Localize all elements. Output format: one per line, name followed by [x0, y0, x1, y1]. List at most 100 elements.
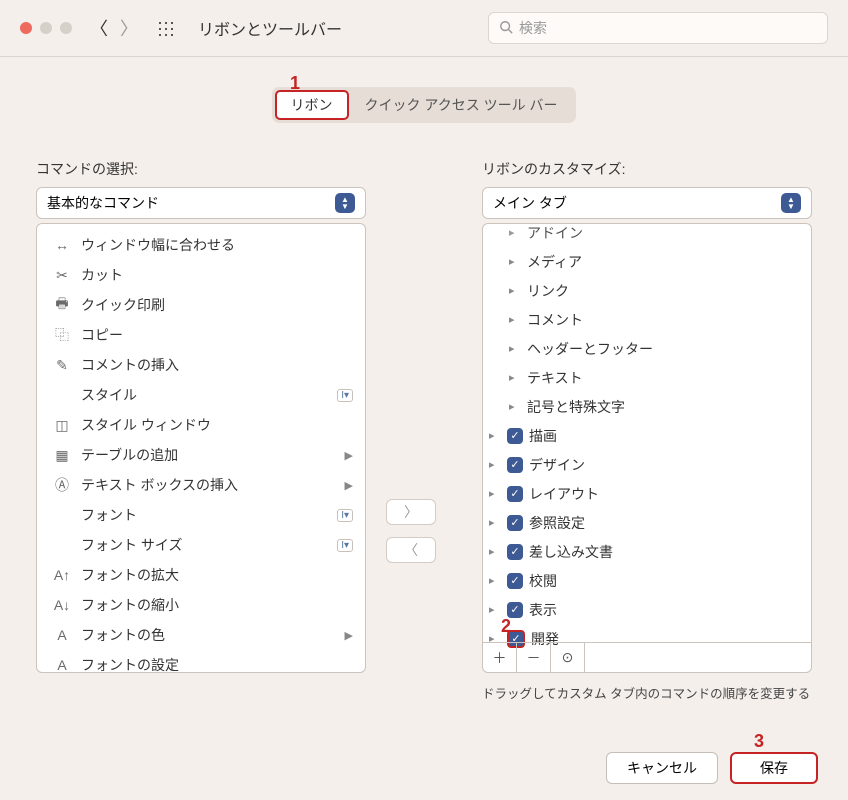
command-item[interactable]: ◫スタイル ウィンドウ: [39, 410, 363, 440]
cancel-button[interactable]: キャンセル: [606, 752, 718, 784]
grid-icon[interactable]: [156, 19, 174, 37]
command-item[interactable]: ▦テーブルの追加▶: [39, 440, 363, 470]
font-grow-icon: A↑: [53, 566, 71, 584]
tree-tab[interactable]: ▸✓参照設定: [485, 508, 809, 537]
dropdown-badge: I▾: [337, 539, 353, 552]
select-stepper-icon: ▲▼: [335, 193, 355, 213]
tab-checkbox[interactable]: ✓: [507, 573, 523, 589]
ribbon-tree[interactable]: ▸アドイン▸メディア▸リンク▸コメント▸ヘッダーとフッター▸テキスト▸記号と特殊…: [482, 223, 812, 673]
tree-tab[interactable]: ▸✓描画: [485, 421, 809, 450]
search-input[interactable]: 検索: [488, 12, 828, 44]
tree-tab[interactable]: ▸✓表示: [485, 595, 809, 624]
disclosure-icon: ▸: [489, 458, 501, 471]
disclosure-icon: ▸: [489, 603, 501, 616]
style-window-icon: ◫: [53, 416, 71, 434]
command-item[interactable]: A↓ フォントの縮小: [39, 590, 363, 620]
tree-tab[interactable]: ▸ ✓ デザイン: [485, 450, 809, 479]
table-icon: ▦: [53, 446, 71, 464]
zoom-window-dot[interactable]: [60, 22, 72, 34]
customize-ribbon-select[interactable]: メイン タブ ▲▼: [482, 187, 812, 219]
traffic-lights: [20, 22, 72, 34]
search-placeholder: 検索: [519, 18, 547, 38]
customize-ribbon-label: リボンのカスタマイズ:: [482, 159, 812, 179]
choose-commands-value: 基本的なコマンド: [47, 193, 159, 213]
copy-icon: ⿻: [53, 326, 71, 344]
remove-command-button[interactable]: 〈: [386, 537, 436, 563]
tab-checkbox[interactable]: ✓: [507, 457, 523, 473]
command-item[interactable]: 🖶クイック印刷: [39, 290, 363, 320]
command-item[interactable]: フォント サイズI▾: [39, 530, 363, 560]
tree-group[interactable]: ▸コメント: [485, 305, 809, 334]
titlebar: 〈 〉 リボンとツールバー 検索: [0, 0, 848, 57]
submenu-arrow-icon: ▶: [345, 449, 353, 462]
annotation-2: 2: [501, 616, 511, 637]
disclosure-icon: ▸: [509, 400, 521, 413]
disclosure-icon: ▸: [509, 371, 521, 384]
search-icon: [499, 20, 513, 37]
command-item[interactable]: フォントI▾: [39, 500, 363, 530]
command-item[interactable]: ✎コメントの挿入: [39, 350, 363, 380]
forward-arrow-icon[interactable]: 〉: [120, 15, 138, 41]
command-item[interactable]: Aフォントの色▶: [39, 620, 363, 650]
tree-tab[interactable]: ▸✓レイアウト: [485, 479, 809, 508]
cut-icon: ✂: [53, 266, 71, 284]
tree-toolbar: ＋ － ⊙: [483, 642, 811, 672]
disclosure-icon: ▸: [509, 342, 521, 355]
choose-commands-select[interactable]: 基本的なコマンド ▲▼: [36, 187, 366, 219]
tab-checkbox[interactable]: ✓: [507, 515, 523, 531]
submenu-arrow-icon: ▶: [345, 629, 353, 642]
tree-label: 差し込み文書: [529, 542, 613, 562]
tree-label: 校閲: [529, 571, 557, 591]
commands-list[interactable]: ↔ウィンドウ幅に合わせる ✂ カット 🖶クイック印刷⿻コピー✎コメントの挿入スタイルI…: [36, 223, 366, 673]
tree-group[interactable]: ▸記号と特殊文字: [485, 392, 809, 421]
tree-tab[interactable]: ▸✓校閲: [485, 566, 809, 595]
minimize-window-dot[interactable]: [40, 22, 52, 34]
add-command-button[interactable]: 〉: [386, 499, 436, 525]
dialog-footer: キャンセル 保存: [606, 752, 818, 784]
disclosure-icon: ▸: [489, 516, 501, 529]
move-buttons: 〉 〈: [386, 359, 436, 702]
tree-group[interactable]: ▸ テキスト: [485, 363, 809, 392]
disclosure-icon: ▸: [489, 429, 501, 442]
tree-group[interactable]: ▸メディア: [485, 247, 809, 276]
back-arrow-icon[interactable]: 〈: [90, 15, 108, 41]
command-item[interactable]: ⿻コピー: [39, 320, 363, 350]
comment-icon: ✎: [53, 356, 71, 374]
more-options-button[interactable]: ⊙: [551, 643, 585, 672]
tree-tab[interactable]: ▸✓差し込み文書: [485, 537, 809, 566]
command-item[interactable]: Aフォントの設定: [39, 650, 363, 673]
tree-group[interactable]: ▸ヘッダーとフッター: [485, 334, 809, 363]
tab-checkbox[interactable]: ✓: [507, 428, 523, 444]
tree-group[interactable]: ▸アドイン: [485, 223, 809, 247]
close-window-dot[interactable]: [20, 22, 32, 34]
font-color-icon: A: [53, 626, 71, 644]
submenu-arrow-icon: ▶: [345, 479, 353, 492]
print-icon: 🖶: [53, 296, 71, 314]
choose-commands-label: コマンドの選択:: [36, 159, 366, 179]
disclosure-icon: ▸: [489, 487, 501, 500]
tree-group[interactable]: ▸リンク: [485, 276, 809, 305]
command-item[interactable]: ✂ カット: [39, 260, 363, 290]
tree-label: コメント: [527, 310, 583, 330]
nav-arrows: 〈 〉: [90, 15, 138, 41]
tab-checkbox[interactable]: ✓: [507, 544, 523, 560]
tab-checkbox[interactable]: ✓: [507, 486, 523, 502]
tree-label: デザイン: [529, 455, 585, 475]
command-item[interactable]: スタイルI▾: [39, 380, 363, 410]
command-label: フォントの拡大: [81, 565, 353, 585]
tab-ribbon[interactable]: リボン: [275, 90, 349, 120]
tree-label: テキスト: [527, 368, 583, 388]
add-tab-button[interactable]: ＋: [483, 643, 517, 672]
command-item[interactable]: Ⓐテキスト ボックスの挿入▶: [39, 470, 363, 500]
command-label: カット: [81, 265, 353, 285]
command-item[interactable]: ↔ウィンドウ幅に合わせる: [39, 230, 363, 260]
tree-label: リンク: [527, 281, 569, 301]
save-button[interactable]: 保存: [730, 752, 818, 784]
tab-qat[interactable]: クイック アクセス ツール バー: [349, 90, 574, 120]
font-shrink-icon: A↓: [53, 596, 71, 614]
remove-tab-button[interactable]: －: [517, 643, 551, 672]
command-item[interactable]: A↑ フォントの拡大: [39, 560, 363, 590]
blank-icon: [53, 536, 71, 554]
command-label: フォントの縮小: [81, 595, 353, 615]
textbox-icon: Ⓐ: [53, 476, 71, 494]
